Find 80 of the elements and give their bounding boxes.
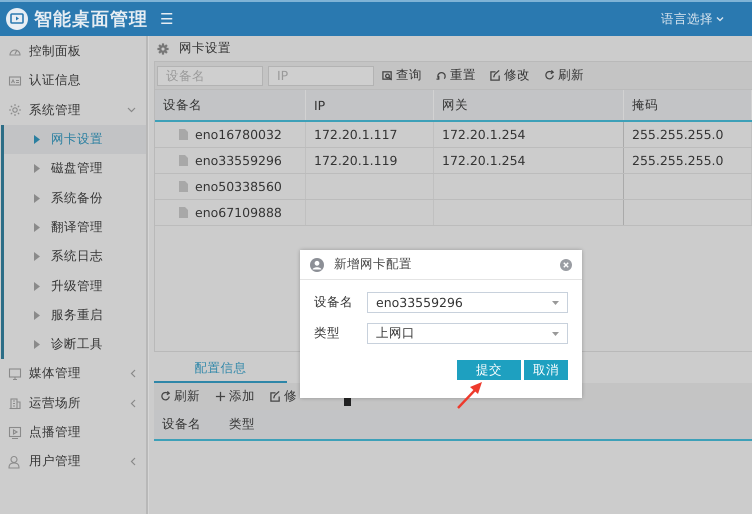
refresh-icon bbox=[544, 70, 555, 81]
table-cell: eno67109888 bbox=[195, 205, 282, 220]
file-icon bbox=[179, 181, 188, 192]
field-label: 设备名 bbox=[314, 294, 354, 311]
sidebar-subitem[interactable]: 系统日志 bbox=[4, 242, 146, 272]
play-icon bbox=[8, 426, 22, 440]
close-icon[interactable] bbox=[560, 258, 572, 270]
caret-right-icon bbox=[34, 310, 40, 320]
column-header[interactable]: 网关 bbox=[434, 90, 624, 121]
toolbar-button[interactable]: 重置 bbox=[433, 67, 482, 84]
column-header[interactable]: IP bbox=[306, 90, 434, 121]
dropdown-arrow-icon bbox=[552, 300, 559, 304]
sidebar-subitem[interactable]: 磁盘管理 bbox=[4, 154, 146, 184]
reset-icon bbox=[436, 70, 447, 81]
dropdown-arrow-icon bbox=[552, 332, 559, 336]
select-field[interactable]: eno33559296 bbox=[367, 292, 568, 313]
edit-icon bbox=[490, 70, 501, 81]
chevron-left-icon bbox=[130, 457, 136, 466]
file-icon bbox=[179, 129, 188, 140]
caret-right-icon bbox=[34, 164, 40, 174]
language-menu[interactable]: 语言选择 bbox=[655, 10, 730, 28]
sidebar-subitem[interactable]: 系统备份 bbox=[4, 183, 146, 213]
table-cell: 172.20.1.254 bbox=[442, 127, 526, 142]
table-cell: eno50338560 bbox=[195, 179, 282, 194]
caret-right-icon bbox=[34, 252, 40, 262]
field-label: 类型 bbox=[314, 325, 341, 342]
chevron-down-icon bbox=[127, 107, 136, 114]
building-icon bbox=[8, 396, 22, 410]
user-icon bbox=[310, 258, 324, 272]
monitor-icon bbox=[8, 366, 22, 381]
column-header[interactable]: 类型 bbox=[221, 416, 288, 433]
sidebar-item[interactable]: 用户管理 bbox=[0, 447, 146, 476]
caret-right-icon bbox=[34, 282, 40, 291]
toolbar-button[interactable]: 修改 bbox=[487, 67, 536, 84]
caret-right-icon bbox=[34, 135, 40, 144]
sidebar-item[interactable]: 点播管理 bbox=[0, 418, 146, 448]
menu-toggle[interactable]: ☰ bbox=[156, 10, 177, 28]
user-icon bbox=[8, 454, 22, 469]
toolbar-button[interactable]: 添加 bbox=[212, 388, 261, 405]
table-cell: 255.255.255.0 bbox=[632, 153, 724, 168]
sidebar-item[interactable]: 运营场所 bbox=[0, 388, 146, 418]
search-icon bbox=[382, 70, 393, 81]
caret-right-icon bbox=[34, 222, 40, 232]
toolbar-button[interactable]: 修 bbox=[267, 388, 303, 405]
file-icon bbox=[179, 207, 188, 218]
sidebar-subitem[interactable]: 服务重启 bbox=[4, 300, 146, 330]
toolbar-button[interactable]: 刷新 bbox=[541, 67, 590, 84]
table-cell: eno33559296 bbox=[195, 153, 282, 168]
column-header[interactable]: 掩码 bbox=[624, 90, 752, 121]
sidebar-subitem[interactable]: 诊断工具 bbox=[4, 330, 146, 360]
table-cell: eno16780032 bbox=[195, 127, 282, 142]
id-card-icon bbox=[8, 74, 22, 88]
file-icon bbox=[179, 155, 188, 166]
chevron-down-icon bbox=[716, 16, 724, 22]
toolbar-button[interactable]: 刷新 bbox=[157, 388, 206, 405]
select-field[interactable]: 上网口 bbox=[367, 323, 568, 344]
table-cell: 255.255.255.0 bbox=[632, 127, 724, 142]
sidebar-item[interactable]: 系统管理 bbox=[0, 96, 146, 125]
refresh-icon bbox=[160, 391, 171, 402]
sidebar-item[interactable]: 媒体管理 bbox=[0, 359, 146, 389]
sidebar-item[interactable]: 控制面板 bbox=[0, 37, 146, 66]
chevron-left-icon bbox=[130, 398, 136, 408]
chevron-left-icon bbox=[130, 369, 136, 378]
page-title: 网卡设置 bbox=[179, 40, 231, 57]
sidebar-subitem[interactable]: 升级管理 bbox=[4, 271, 146, 301]
monitor-logo-icon bbox=[6, 8, 28, 30]
table-cell: 172.20.1.119 bbox=[314, 153, 398, 168]
table-cell: 172.20.1.117 bbox=[314, 127, 398, 142]
caret-right-icon bbox=[34, 194, 40, 203]
table-cell: 172.20.1.254 bbox=[442, 153, 526, 168]
column-header[interactable]: 设备名 bbox=[155, 90, 306, 121]
sidebar-item[interactable]: 认证信息 bbox=[0, 66, 146, 96]
edit-icon bbox=[270, 391, 281, 402]
column-header[interactable]: 设备名 bbox=[154, 416, 221, 433]
dialog-title: 新增网卡配置 bbox=[334, 256, 412, 273]
toolbar-button[interactable]: 查询 bbox=[379, 67, 428, 84]
sidebar-subitem[interactable]: 翻译管理 bbox=[4, 212, 146, 242]
plus-icon bbox=[215, 391, 226, 402]
caret-right-icon bbox=[34, 340, 40, 350]
app-title: 智能桌面管理 bbox=[34, 8, 148, 31]
